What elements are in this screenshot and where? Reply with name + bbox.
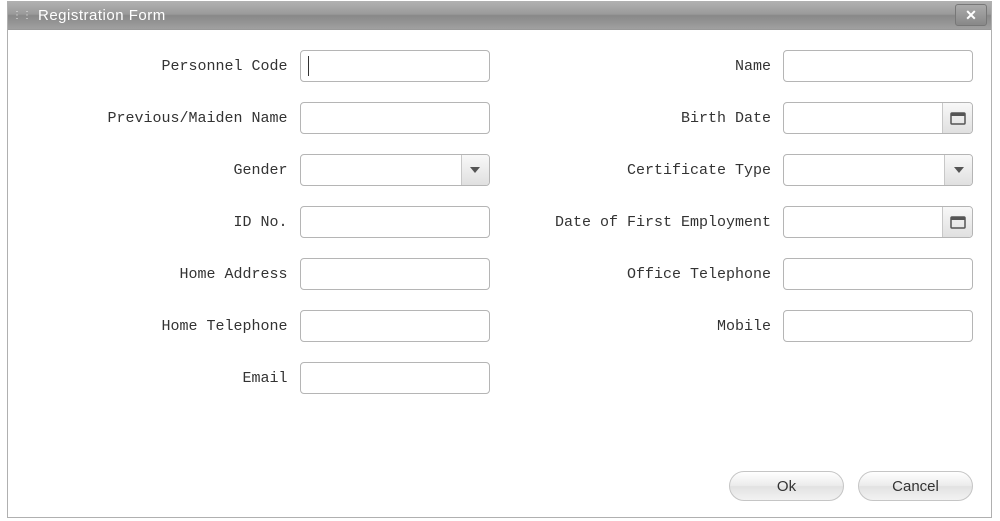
field-birth-date: Birth Date [510,102,974,134]
close-icon: ✕ [965,7,977,24]
id-no-input[interactable] [300,206,490,238]
calendar-icon [950,215,966,229]
label-date-first-employment: Date of First Employment [555,214,783,231]
mobile-input[interactable] [783,310,973,342]
field-gender: Gender [26,154,490,186]
birth-date-value [784,103,942,133]
titlebar: ⋮⋮ Registration Form ✕ [8,2,991,30]
certificate-type-dropdown-button[interactable] [944,155,972,185]
label-previous-name: Previous/Maiden Name [107,110,299,127]
chevron-down-icon [954,167,964,173]
gender-select[interactable] [300,154,490,186]
date-first-employment-value [784,207,942,237]
label-home-telephone: Home Telephone [161,318,299,335]
label-birth-date: Birth Date [681,110,783,127]
previous-name-input[interactable] [300,102,490,134]
name-input[interactable] [783,50,973,82]
field-home-address: Home Address [26,258,490,290]
gender-dropdown-button[interactable] [461,155,489,185]
dialog-title: Registration Form [38,7,166,24]
cancel-button[interactable]: Cancel [858,471,973,501]
label-certificate-type: Certificate Type [627,162,783,179]
label-office-telephone: Office Telephone [627,266,783,283]
office-telephone-input[interactable] [783,258,973,290]
form-grid: Personnel Code Name Previous/Maiden Name [26,50,973,394]
chevron-down-icon [470,167,480,173]
home-telephone-input[interactable] [300,310,490,342]
label-home-address: Home Address [179,266,299,283]
calendar-icon [950,111,966,125]
field-office-telephone: Office Telephone [510,258,974,290]
field-mobile: Mobile [510,310,974,342]
label-gender: Gender [233,162,299,179]
certificate-type-value [784,155,944,185]
dialog-footer: Ok Cancel [729,471,973,501]
grip-icon: ⋮⋮ [16,9,28,23]
text-caret [308,56,309,76]
field-date-first-employment: Date of First Employment [510,206,974,238]
gender-value [301,155,461,185]
certificate-type-select[interactable] [783,154,973,186]
field-personnel-code: Personnel Code [26,50,490,82]
ok-button[interactable]: Ok [729,471,844,501]
dialog-body: Personnel Code Name Previous/Maiden Name [8,30,991,394]
birth-date-picker[interactable] [783,102,973,134]
home-address-input[interactable] [300,258,490,290]
field-email: Email [26,362,490,394]
personnel-code-input[interactable] [300,50,490,82]
birth-date-button[interactable] [942,103,972,133]
label-id-no: ID No. [233,214,299,231]
label-personnel-code: Personnel Code [161,58,299,75]
field-certificate-type: Certificate Type [510,154,974,186]
field-id-no: ID No. [26,206,490,238]
registration-dialog: ⋮⋮ Registration Form ✕ Personnel Code Na… [7,1,992,518]
label-email: Email [242,370,299,387]
date-first-employment-button[interactable] [942,207,972,237]
close-button[interactable]: ✕ [955,4,987,26]
field-home-telephone: Home Telephone [26,310,490,342]
field-name: Name [510,50,974,82]
email-input[interactable] [300,362,490,394]
label-name: Name [735,58,783,75]
date-first-employment-picker[interactable] [783,206,973,238]
field-previous-name: Previous/Maiden Name [26,102,490,134]
label-mobile: Mobile [717,318,783,335]
